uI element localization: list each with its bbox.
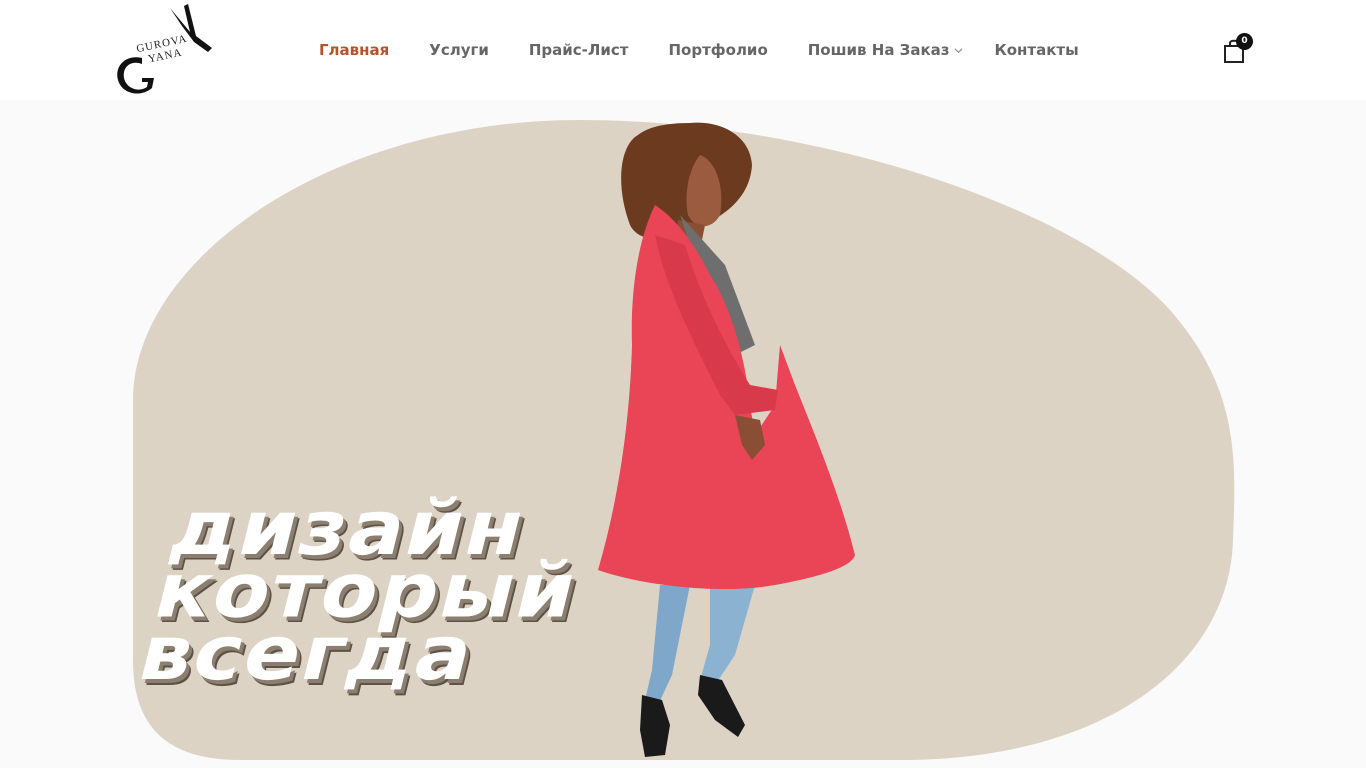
main-nav: Главная Услуги Прайс-Лист Портфолио Поши…: [319, 38, 1119, 62]
nav-item-portfolio[interactable]: Портфолио: [668, 41, 767, 59]
cart-button[interactable]: 0: [1222, 33, 1254, 63]
nav-item-custom-tailoring-label: Пошив На Заказ: [807, 41, 950, 59]
nav-item-home[interactable]: Главная: [319, 41, 389, 59]
chevron-down-icon: [954, 47, 963, 53]
cart-count-badge: 0: [1236, 33, 1253, 50]
hero-model-image: [598, 122, 855, 757]
nav-item-price-list[interactable]: Прайс-Лист: [529, 41, 629, 59]
nav-item-custom-tailoring[interactable]: Пошив На Заказ: [808, 41, 964, 59]
nav-item-services[interactable]: Услуги: [429, 41, 489, 59]
hero-headline: дизайн который всегда: [130, 485, 600, 698]
site-header: GUROVA YANA Главная Услуги Прайс-Лист По…: [0, 0, 1366, 100]
brand-logo[interactable]: GUROVA YANA: [112, 0, 217, 100]
nav-item-contacts[interactable]: Контакты: [994, 41, 1078, 59]
